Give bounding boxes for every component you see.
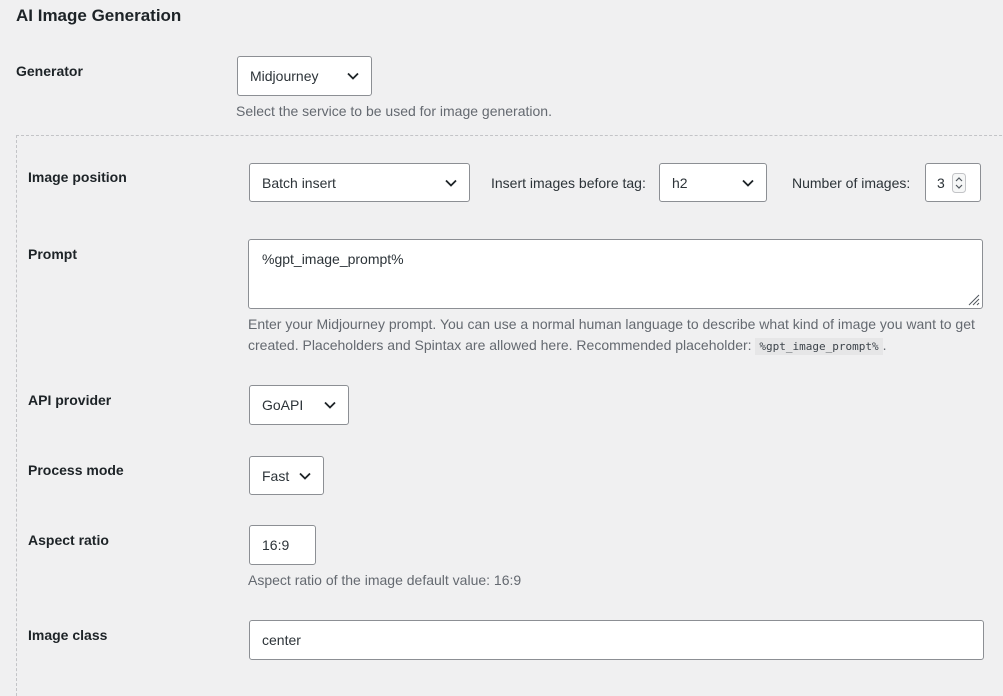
- process-mode-label: Process mode: [28, 462, 124, 478]
- image-position-select[interactable]: Batch insert: [249, 163, 470, 202]
- api-provider-label: API provider: [28, 392, 112, 408]
- prompt-label: Prompt: [28, 246, 77, 262]
- number-of-images-value: 3: [937, 175, 945, 191]
- process-mode-select-value: Fast: [262, 468, 290, 484]
- api-provider-select-value: GoAPI: [262, 397, 304, 413]
- chevron-down-icon: [347, 72, 359, 80]
- aspect-ratio-description: Aspect ratio of the image default value:…: [248, 572, 522, 588]
- chevron-down-icon: [324, 401, 336, 409]
- prompt-textarea[interactable]: %gpt_image_prompt%: [248, 239, 983, 309]
- prompt-description-text: created. Placeholders and Spintax are al…: [248, 337, 752, 353]
- resize-handle-icon[interactable]: [966, 292, 980, 306]
- number-of-images-label: Number of images:: [792, 175, 911, 191]
- prompt-description-trailing: .: [882, 337, 887, 353]
- number-of-images-input[interactable]: 3: [925, 163, 981, 202]
- prompt-description-line2: created. Placeholders and Spintax are al…: [248, 335, 993, 357]
- chevron-down-icon: [742, 179, 754, 187]
- image-class-value: center: [262, 632, 301, 648]
- api-provider-select[interactable]: GoAPI: [249, 385, 349, 425]
- image-position-label: Image position: [28, 169, 127, 185]
- aspect-ratio-value: 16:9: [262, 537, 290, 553]
- prompt-text: %gpt_image_prompt%: [262, 251, 404, 267]
- before-tag-label: Insert images before tag:: [491, 175, 646, 191]
- generator-description: Select the service to be used for image …: [236, 103, 552, 119]
- image-position-select-value: Batch insert: [262, 175, 336, 191]
- placeholder-code: %gpt_image_prompt%: [755, 338, 883, 355]
- aspect-ratio-label: Aspect ratio: [28, 532, 109, 548]
- generator-settings-container: [16, 135, 1003, 696]
- chevron-down-icon: [445, 179, 457, 187]
- process-mode-select[interactable]: Fast: [249, 456, 324, 495]
- aspect-ratio-input[interactable]: 16:9: [249, 525, 316, 565]
- before-tag-select-value: h2: [672, 175, 688, 191]
- section-title: AI Image Generation: [16, 6, 182, 25]
- prompt-description: Enter your Midjourney prompt. You can us…: [248, 314, 993, 357]
- generator-select[interactable]: Midjourney: [237, 56, 372, 96]
- prompt-description-line1: Enter your Midjourney prompt. You can us…: [248, 316, 975, 332]
- chevron-down-icon: [299, 472, 311, 480]
- image-class-label: Image class: [28, 627, 108, 643]
- before-tag-select[interactable]: h2: [659, 163, 767, 202]
- generator-label: Generator: [16, 63, 83, 79]
- generator-select-value: Midjourney: [250, 68, 319, 84]
- spinner-arrows-icon[interactable]: [952, 173, 966, 193]
- image-class-input[interactable]: center: [249, 620, 984, 660]
